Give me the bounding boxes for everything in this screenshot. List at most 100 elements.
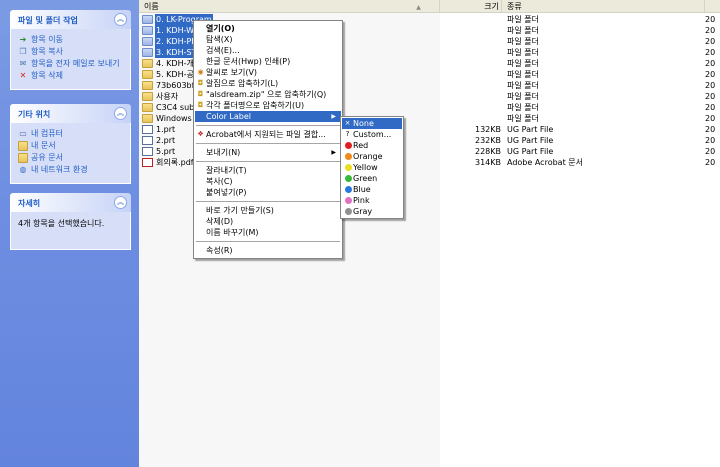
context-menu-item[interactable]: 보내기(N) ▶ (195, 147, 341, 158)
context-menu-item[interactable]: 탐색(X) (195, 34, 341, 45)
file-date: 20 (705, 81, 716, 90)
place-shared-documents[interactable]: 공유 문서 (18, 153, 124, 163)
file-name: 1.prt (156, 125, 176, 134)
place-network[interactable]: ◍ 내 네트워크 환경 (18, 165, 124, 175)
color-label-item[interactable]: Blue (342, 184, 402, 195)
collapse-chevron-icon[interactable]: ︽ (114, 107, 127, 120)
task-delete[interactable]: ✕ 항목 삭제 (18, 71, 124, 81)
column-type[interactable]: 종류 (502, 0, 705, 13)
alzip-icon: ◘ (197, 90, 204, 98)
task-label: 항목을 전자 메일로 보내기 (31, 59, 120, 68)
context-menu-item[interactable]: 이름 바꾸기(M) (195, 227, 341, 238)
context-menu-item[interactable]: 한글 문서(Hwp) 인쇄(P) (195, 56, 341, 67)
context-menu-item[interactable]: 바로 가기 만들기(S) (195, 205, 341, 216)
other-places-panel: 기타 위치 ︽ ▭ 내 컴퓨터 내 문서 공유 문서 ◍ 내 네트워크 환경 (10, 104, 131, 184)
context-menu-item[interactable]: 열기(O) (195, 23, 341, 34)
context-menu-item[interactable]: ◉ 알씨로 보기(V) (195, 67, 341, 78)
context-menu-item[interactable]: 속성(R) (195, 245, 341, 256)
task-label: 내 컴퓨터 (31, 129, 63, 138)
folder-icon (142, 81, 153, 90)
file-name-cell[interactable]: 4. KDH-개 (142, 58, 195, 69)
file-name: 사용자 (156, 92, 179, 101)
context-menu-item[interactable]: 복사(C) (195, 176, 341, 187)
file-name-cell[interactable]: 사용자 (142, 91, 179, 102)
context-menu-item[interactable]: Color Label ▶ (195, 111, 341, 122)
file-name-cell[interactable]: Windows (142, 113, 193, 124)
context-menu-item[interactable]: 검색(E)... (195, 45, 341, 56)
context-menu-item[interactable]: 잘라내기(T) (195, 165, 341, 176)
column-name[interactable]: 이름 ▲ (139, 0, 440, 13)
context-menu-item[interactable]: 붙여넣기(P) (195, 187, 341, 198)
file-name: 회의록.pdf (156, 158, 194, 167)
color-label-text: Green (353, 174, 378, 183)
submenu-arrow-icon: ▶ (331, 149, 336, 156)
menu-item-label: "alsdream.zip" 으로 압축하기(Q) (206, 90, 327, 99)
menu-separator (196, 161, 340, 162)
file-name-cell[interactable]: 3. KDH-ST (142, 47, 198, 58)
folder-icon (18, 141, 28, 151)
color-label-item[interactable]: Gray (342, 206, 402, 217)
color-label-text: Pink (353, 196, 370, 205)
other-places-header[interactable]: 기타 위치 ︽ (10, 104, 131, 123)
file-name-cell[interactable]: 5.prt (142, 146, 176, 157)
file-name-cell[interactable]: 2. KDH-PF (142, 36, 197, 47)
context-menu-item[interactable]: ❖ Acrobat에서 지원되는 파일 결합... (195, 129, 341, 140)
column-header: 이름 ▲ 크기 종류 (139, 0, 720, 13)
color-label-item[interactable]: Green (342, 173, 402, 184)
collapse-chevron-icon[interactable]: ︽ (114, 196, 127, 209)
task-label: 항목 복사 (31, 47, 63, 56)
custom-marker-icon: ? (345, 130, 350, 138)
color-label-item[interactable]: × None (342, 118, 402, 129)
details-header[interactable]: 자세히 ︽ (10, 193, 131, 212)
file-name: Windows (156, 114, 192, 123)
task-move[interactable]: ➔ 항목 이동 (18, 35, 124, 45)
menu-item-label: 잘라내기(T) (206, 166, 247, 175)
file-name-cell[interactable]: 회의록.pdf (142, 157, 195, 168)
move-icon: ➔ (19, 35, 27, 44)
file-type: UG Part File (507, 147, 554, 156)
file-tasks-header[interactable]: 파일 및 폴더 작업 ︽ (10, 10, 131, 29)
file-name-cell[interactable]: 2.prt (142, 135, 176, 146)
menu-item-label: 한글 문서(Hwp) 인쇄(P) (206, 57, 291, 66)
file-date: 20 (705, 125, 716, 134)
context-menu-item[interactable]: 삭제(D) (195, 216, 341, 227)
file-type: Adobe Acrobat 문서 (507, 158, 583, 167)
task-copy[interactable]: ❐ 항목 복사 (18, 47, 124, 57)
color-label-item[interactable]: Red (342, 140, 402, 151)
file-name-cell[interactable]: 1.prt (142, 124, 176, 135)
color-dot-icon (345, 164, 352, 171)
color-label-item[interactable]: Yellow (342, 162, 402, 173)
color-dot-icon (345, 153, 352, 160)
context-menu: 열기(O) 탐색(X) 검색(E)... 한글 문서(Hwp) 인쇄(P) ◉ 알씨로 보… (193, 20, 343, 259)
column-size[interactable]: 크기 (440, 0, 502, 13)
color-label-item[interactable]: Pink (342, 195, 402, 206)
blue-folder-icon (142, 15, 153, 24)
color-label-item[interactable]: Orange (342, 151, 402, 162)
menu-item-label: 붙여넣기(P) (206, 188, 247, 197)
color-label-item[interactable]: ? Custom... (342, 129, 402, 140)
alsee-icon: ◉ (197, 68, 204, 76)
file-name-cell[interactable]: 5. KDH-공 (142, 69, 195, 80)
delete-icon: ✕ (19, 71, 27, 80)
place-my-documents[interactable]: 내 문서 (18, 141, 124, 151)
email-icon: ✉ (19, 59, 27, 68)
details-panel: 자세히 ︽ 4개 항목을 선택했습니다. (10, 193, 131, 250)
place-my-computer[interactable]: ▭ 내 컴퓨터 (18, 129, 124, 139)
file-date: 20 (705, 158, 716, 167)
color-label-text: Yellow (353, 163, 378, 172)
color-label-text: None (353, 119, 374, 128)
file-name-cell[interactable]: C3C4 sub (142, 102, 195, 113)
context-menu-item[interactable]: ◘ 각각 폴더명으로 압축하기(U) (195, 100, 341, 111)
context-menu-item[interactable]: ◘ 알집으로 압축하기(L) (195, 78, 341, 89)
menu-item-label: 알씨로 보기(V) (206, 68, 258, 77)
file-tasks-panel: 파일 및 폴더 작업 ︽ ➔ 항목 이동 ❐ 항목 복사 ✉ 항목을 전자 메일로 보… (10, 10, 131, 90)
collapse-chevron-icon[interactable]: ︽ (114, 13, 127, 26)
prt-file-icon (142, 147, 153, 156)
menu-separator (196, 125, 340, 126)
file-name-cell[interactable]: 1. KDH-W (142, 25, 196, 36)
column-size-label: 크기 (484, 2, 499, 11)
color-label-text: Red (353, 141, 369, 150)
column-date[interactable] (705, 0, 720, 13)
task-email[interactable]: ✉ 항목을 전자 메일로 보내기 (18, 59, 124, 69)
context-menu-item[interactable]: ◘ "alsdream.zip" 으로 압축하기(Q) (195, 89, 341, 100)
